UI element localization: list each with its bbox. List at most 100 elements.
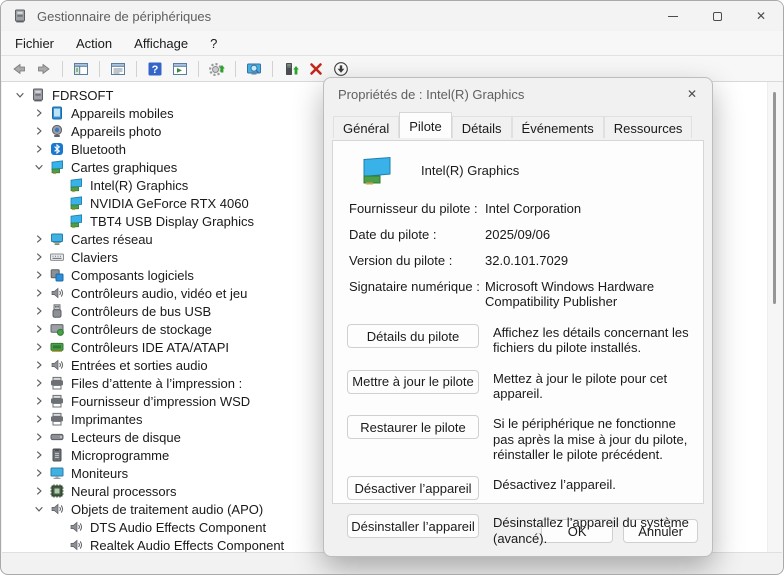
chevron-right-icon[interactable] [31, 339, 47, 355]
toolbar-separator [136, 61, 137, 77]
tree-item-label: Contrôleurs audio, vidéo et jeu [71, 286, 247, 301]
action-row: Détails du piloteAffichez les détails co… [347, 324, 689, 356]
tab-ressources[interactable]: Ressources [604, 116, 693, 138]
window-controls [651, 1, 783, 31]
monitor-icon [49, 465, 65, 481]
tree-item-label: Realtek Audio Effects Component [90, 538, 284, 553]
chevron-right-icon[interactable] [31, 303, 47, 319]
chevron-down-icon[interactable] [31, 501, 47, 517]
speaker-icon [68, 537, 84, 552]
maximize-button[interactable] [695, 1, 739, 31]
update-driver-button[interactable] [279, 58, 303, 80]
chevron-right-icon[interactable] [31, 141, 47, 157]
chevron-right-icon[interactable] [31, 105, 47, 121]
usb-controller-icon [49, 303, 65, 319]
disable-device-button[interactable]: Désactiver l’appareil [347, 476, 479, 500]
chevron-placeholder [50, 213, 66, 229]
tree-item-label: Entrées et sorties audio [71, 358, 208, 373]
chevron-right-icon[interactable] [31, 249, 47, 265]
tab-événements[interactable]: Événements [512, 116, 604, 138]
chevron-right-icon[interactable] [31, 429, 47, 445]
chevron-placeholder [50, 195, 66, 211]
chevron-right-icon[interactable] [31, 285, 47, 301]
show-console-tree-button[interactable] [69, 58, 93, 80]
info-value: 32.0.101.7029 [485, 253, 689, 268]
uninstall-device-button[interactable]: Désinstaller l’appareil [347, 514, 479, 538]
maximize-icon [713, 12, 722, 21]
tree-item-label: Intel(R) Graphics [90, 178, 188, 193]
neural-processor-icon [49, 483, 65, 499]
printer-icon [49, 375, 65, 391]
printer-icon [49, 411, 65, 427]
search-computer-button[interactable] [242, 58, 266, 80]
scrollbar-thumb[interactable] [773, 92, 776, 304]
menu-item-action[interactable]: Action [65, 33, 123, 54]
toolbar-separator [99, 61, 100, 77]
tree-item-label: Fournisseur d’impression WSD [71, 394, 250, 409]
chevron-down-icon[interactable] [12, 87, 28, 103]
chevron-placeholder [50, 177, 66, 193]
pilote-tab-page: Intel(R) Graphics Fournisseur du pilote … [332, 140, 704, 504]
driver-details-button[interactable]: Détails du pilote [347, 324, 479, 348]
chevron-right-icon[interactable] [31, 357, 47, 373]
tree-item-label: Cartes graphiques [71, 160, 177, 175]
tree-item-label: Appareils mobiles [71, 106, 174, 121]
action-description: Désinstallez l’appareil du système (avan… [493, 514, 689, 546]
info-value: Microsoft Windows Hardware Compatibility… [485, 279, 689, 309]
menu-item-affichage[interactable]: Affichage [123, 33, 199, 54]
toolbar-separator [272, 61, 273, 77]
toolbar-separator [235, 61, 236, 77]
device-name: Intel(R) Graphics [421, 163, 519, 178]
display-adapter-icon [49, 159, 65, 175]
menu-item-?[interactable]: ? [199, 33, 228, 54]
scan-hardware-changes-button[interactable] [205, 58, 229, 80]
tree-item-label: Files d’attente à l’impression : [71, 376, 242, 391]
bluetooth-icon [49, 141, 65, 157]
menu-item-fichier[interactable]: Fichier [4, 33, 65, 54]
chevron-right-icon[interactable] [31, 393, 47, 409]
info-label: Fournisseur du pilote : [349, 201, 481, 216]
chevron-right-icon[interactable] [31, 267, 47, 283]
chevron-right-icon[interactable] [31, 231, 47, 247]
chevron-right-icon[interactable] [31, 375, 47, 391]
action-row: Désinstaller l’appareil Désinstallez l’ap… [347, 514, 689, 546]
chevron-right-icon[interactable] [31, 411, 47, 427]
roll-back-driver-button[interactable]: Restaurer le pilote [347, 415, 479, 439]
device-header: Intel(R) Graphics [359, 155, 689, 185]
chevron-right-icon[interactable] [31, 123, 47, 139]
tree-scrollbar[interactable] [767, 82, 782, 552]
help-button[interactable]: ? [143, 58, 167, 80]
tree-item-label: Objets de traitement audio (APO) [71, 502, 263, 517]
tree-item-label: Appareils photo [71, 124, 161, 139]
forward-button[interactable] [32, 58, 56, 80]
close-button[interactable] [739, 1, 783, 31]
chevron-down-icon[interactable] [31, 159, 47, 175]
chevron-right-icon[interactable] [31, 321, 47, 337]
update-driver-button[interactable]: Mettre à jour le pilote [347, 370, 479, 394]
storage-controller-icon [49, 321, 65, 337]
properties-button[interactable] [106, 58, 130, 80]
action-row: Mettre à jour le piloteMettez à jour le … [347, 370, 689, 402]
svg-text:?: ? [152, 64, 159, 76]
chevron-right-icon[interactable] [31, 483, 47, 499]
tree-item-label: NVIDIA GeForce RTX 4060 [90, 196, 249, 211]
toolbar-separator [198, 61, 199, 77]
dialog-close-button[interactable] [672, 78, 712, 110]
back-button[interactable] [7, 58, 31, 80]
info-value: 2025/09/06 [485, 227, 689, 242]
tab-détails[interactable]: Détails [452, 116, 512, 138]
info-label: Date du pilote : [349, 227, 481, 242]
tab-général[interactable]: Général [333, 116, 399, 138]
chevron-right-icon[interactable] [31, 465, 47, 481]
tree-item-label: Contrôleurs de bus USB [71, 304, 211, 319]
show-results-pane-button[interactable] [168, 58, 192, 80]
uninstall-device-button[interactable] [304, 58, 328, 80]
dialog-tabs: GénéralPiloteDétailsÉvénementsRessources [324, 110, 712, 138]
speaker-icon [49, 501, 65, 517]
disk-drive-icon [49, 429, 65, 445]
tree-item-label: Cartes réseau [71, 232, 153, 247]
tab-pilote[interactable]: Pilote [399, 112, 452, 138]
tree-item-label: DTS Audio Effects Component [90, 520, 266, 535]
minimize-button[interactable] [651, 1, 695, 31]
chevron-right-icon[interactable] [31, 447, 47, 463]
